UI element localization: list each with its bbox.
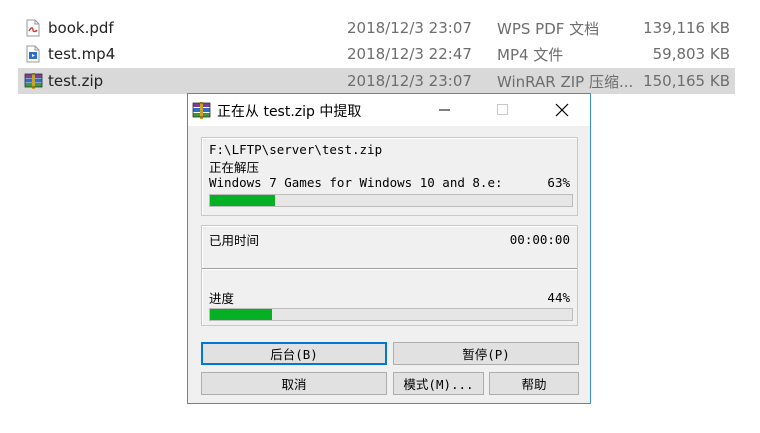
file-row-book-pdf[interactable]: book.pdf 2018/12/3 23:07 WPS PDF 文档 139,…	[18, 15, 735, 41]
file-row-test-zip[interactable]: test.zip 2018/12/3 23:07 WinRAR ZIP 压缩..…	[18, 68, 735, 94]
file-date: 2018/12/3 23:07	[347, 72, 472, 90]
help-button[interactable]: 帮助	[489, 372, 579, 395]
file-size: 150,165 KB	[643, 72, 730, 90]
mode-button[interactable]: 模式(M)...	[393, 372, 484, 395]
operation-label: 正在解压	[209, 160, 260, 175]
close-icon	[555, 103, 569, 117]
file-size: 139,116 KB	[643, 19, 730, 37]
progress-label: 进度	[209, 291, 235, 306]
file-progress-fill	[210, 195, 276, 206]
file-percent: 63%	[547, 175, 570, 190]
archive-path: F:\LFTP\server\test.zip	[209, 142, 383, 157]
total-progress-fill	[210, 309, 272, 320]
maximize-button	[480, 94, 526, 126]
cancel-button[interactable]: 取消	[201, 372, 387, 395]
group-divider	[202, 268, 577, 270]
winrar-app-icon	[192, 101, 211, 120]
screen: book.pdf 2018/12/3 23:07 WPS PDF 文档 139,…	[0, 0, 760, 433]
maximize-icon	[497, 104, 508, 115]
total-progress-bar	[209, 308, 573, 321]
file-status-group: F:\LFTP\server\test.zip 正在解压 Windows 7 G…	[201, 137, 578, 216]
current-file-name: Windows 7 Games for Windows 10 and 8.e:	[209, 175, 503, 190]
file-type: WPS PDF 文档	[497, 19, 600, 38]
extract-dialog: 正在从 test.zip 中提取 F:\LFTP\server\test.zip…	[187, 93, 591, 404]
winrar-archive-icon	[24, 72, 43, 90]
video-file-icon	[24, 45, 42, 63]
total-percent: 44%	[547, 290, 570, 305]
pdf-file-icon	[24, 19, 42, 37]
minimize-icon	[439, 109, 450, 111]
file-row-test-mp4[interactable]: test.mp4 2018/12/3 22:47 MP4 文件 59,803 K…	[18, 41, 735, 67]
file-name: test.mp4	[48, 45, 116, 63]
dialog-titlebar[interactable]: 正在从 test.zip 中提取	[188, 94, 590, 126]
elapsed-value: 00:00:00	[509, 232, 570, 247]
file-name: test.zip	[48, 72, 104, 90]
file-size: 59,803 KB	[652, 45, 730, 63]
file-date: 2018/12/3 22:47	[347, 45, 472, 63]
dialog-title: 正在从 test.zip 中提取	[217, 104, 362, 120]
elapsed-label: 已用时间	[209, 233, 260, 248]
file-type: MP4 文件	[497, 45, 564, 64]
minimize-button[interactable]	[422, 94, 468, 126]
pause-button[interactable]: 暂停(P)	[393, 342, 579, 365]
file-date: 2018/12/3 23:07	[347, 19, 472, 37]
overall-status-group: 已用时间 00:00:00 进度 44%	[201, 225, 578, 326]
file-progress-bar	[209, 194, 573, 207]
file-type: WinRAR ZIP 压缩...	[497, 72, 634, 91]
file-name: book.pdf	[48, 19, 114, 37]
close-button[interactable]	[539, 94, 585, 126]
background-button[interactable]: 后台(B)	[201, 342, 387, 365]
